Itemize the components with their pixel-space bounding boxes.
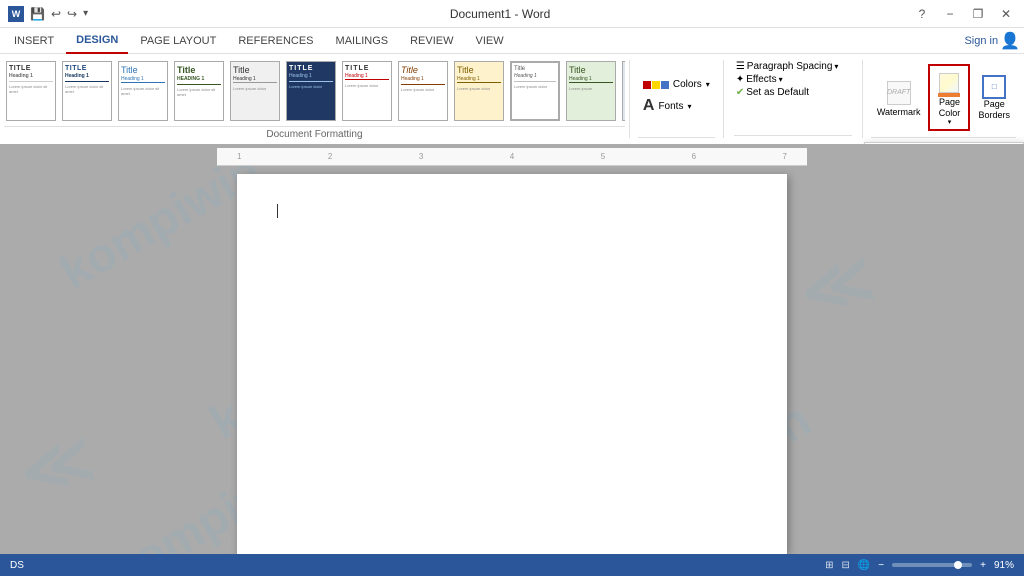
- theme-item-3[interactable]: Title Heading 1 Lorem ipsum dolor sit am…: [116, 58, 170, 124]
- set-as-default-button[interactable]: ✔ Set as Default: [734, 86, 852, 99]
- page-section: DRAFT Watermark PageColor ▾ □ PageBor: [867, 56, 1020, 142]
- view-layout-icon[interactable]: ⊟: [841, 560, 849, 571]
- watermark-icon: DRAFT: [885, 79, 913, 107]
- ruler: 1 2 3 4 5 6 7: [217, 148, 807, 166]
- status-text: DS: [10, 560, 24, 571]
- page-borders-label: PageBorders: [978, 99, 1010, 121]
- zoom-level[interactable]: 91%: [994, 560, 1014, 571]
- close-button[interactable]: ✕: [996, 4, 1016, 24]
- color-dropdown-panel: Theme Colors: [864, 142, 1024, 144]
- theme-item-8[interactable]: Title Heading 1 Lorem ipsum dolor: [396, 58, 450, 124]
- themes-section: TITLE Heading 1 Lorem ipsum dolor sit am…: [4, 56, 625, 142]
- paragraph-spacing-section: ☰ Paragraph Spacing ▾ ✦ Effects ▾ ✔ Set …: [728, 56, 858, 142]
- theme-item-2[interactable]: TITLE Heading 1 Lorem ipsum dolor sit am…: [60, 58, 114, 124]
- quick-access-menu[interactable]: ▾: [83, 8, 88, 19]
- text-cursor: [277, 204, 278, 218]
- themes-section-label: Document Formatting: [4, 126, 625, 142]
- divider-2: [723, 60, 724, 138]
- tab-review[interactable]: REVIEW: [400, 28, 463, 54]
- effects-button[interactable]: ✦ Effects ▾: [734, 73, 852, 86]
- word-icon: W: [8, 6, 24, 22]
- theme-item-12[interactable]: Title Heading 1 Lorem ipsum: [620, 58, 625, 124]
- ribbon-content: TITLE Heading 1 Lorem ipsum dolor sit am…: [0, 54, 1024, 144]
- tab-references[interactable]: REFERENCES: [228, 28, 323, 54]
- spacing-section-label: [734, 135, 852, 138]
- fonts-label: Fonts: [658, 101, 683, 112]
- title-bar: W 💾 ↩ ↪ ▾ Document1 - Word ? − ❐ ✕: [0, 0, 1024, 28]
- colors-button[interactable]: Colors ▾: [638, 76, 715, 93]
- window-controls: ? − ❐ ✕: [912, 4, 1016, 24]
- sign-in-link[interactable]: Sign in: [964, 35, 998, 47]
- title-bar-left: W 💾 ↩ ↪ ▾: [8, 6, 88, 22]
- window-title: Document1 - Word: [450, 7, 550, 21]
- minimize-button[interactable]: −: [940, 4, 960, 24]
- view-normal-icon[interactable]: ⊞: [825, 560, 833, 571]
- colors-fonts-section: Colors ▾ A Fonts ▾: [634, 56, 719, 142]
- theme-item-10[interactable]: Title Heading 1 Lorem ipsum dolor: [508, 58, 562, 124]
- user-icon: 👤: [1000, 31, 1020, 51]
- help-button[interactable]: ?: [912, 4, 932, 24]
- zoom-slider[interactable]: [892, 563, 972, 567]
- colors-label: Colors: [673, 79, 702, 90]
- fonts-icon: A: [643, 98, 655, 114]
- watermark-button[interactable]: DRAFT Watermark: [871, 75, 927, 121]
- restore-button[interactable]: ❐: [968, 4, 988, 24]
- page-color-button[interactable]: PageColor ▾: [928, 64, 970, 132]
- zoom-minus-button[interactable]: −: [878, 560, 884, 571]
- watermark-label: Watermark: [877, 107, 921, 117]
- page-buttons-row: DRAFT Watermark PageColor ▾ □ PageBor: [871, 58, 1016, 137]
- theme-item-7[interactable]: TITLE Heading 1 Lorem ipsum dolor: [340, 58, 394, 124]
- document-page[interactable]: [237, 174, 787, 554]
- tab-insert[interactable]: INSERT: [4, 28, 64, 54]
- theme-item-9[interactable]: Title Heading 1 Lorem ipsum dolor: [452, 58, 506, 124]
- paragraph-spacing-button[interactable]: ☰ Paragraph Spacing ▾: [734, 60, 852, 73]
- status-bar: DS ⊞ ⊟ 🌐 − + 91%: [0, 554, 1024, 576]
- page-color-label: PageColor: [939, 97, 961, 119]
- ribbon: INSERT DESIGN PAGE LAYOUT REFERENCES MAI…: [0, 28, 1024, 144]
- theme-item-5[interactable]: Title Heading 1 Lorem ipsum dolor: [228, 58, 282, 124]
- document-area: kompiwin kompiwin kompiwin kompiwin komp…: [0, 144, 1024, 554]
- quick-access-redo[interactable]: ↪: [67, 7, 77, 21]
- tab-design[interactable]: DESIGN: [66, 28, 128, 54]
- theme-item-1[interactable]: TITLE Heading 1 Lorem ipsum dolor sit am…: [4, 58, 58, 124]
- tab-page-layout[interactable]: PAGE LAYOUT: [130, 28, 226, 54]
- divider-1: [629, 60, 630, 138]
- colors-icon: [643, 81, 669, 89]
- theme-item-4[interactable]: Title HEADING 1 Lorem ipsum dolor sit am…: [172, 58, 226, 124]
- themes-row: TITLE Heading 1 Lorem ipsum dolor sit am…: [4, 56, 625, 126]
- status-right: ⊞ ⊟ 🌐 − + 91%: [825, 560, 1014, 571]
- colors-fonts-label: [638, 137, 715, 140]
- quick-access-undo[interactable]: ↩: [51, 7, 61, 21]
- theme-item-11[interactable]: Title Heading 1 Lorem ipsum: [564, 58, 618, 124]
- tab-mailings[interactable]: MAILINGS: [326, 28, 399, 54]
- fonts-button[interactable]: A Fonts ▾: [638, 95, 715, 117]
- ribbon-tabs: INSERT DESIGN PAGE LAYOUT REFERENCES MAI…: [0, 28, 1024, 54]
- zoom-thumb: [954, 561, 962, 569]
- quick-access-save[interactable]: 💾: [30, 7, 45, 21]
- page-borders-button[interactable]: □ PageBorders: [972, 71, 1016, 125]
- page-color-icon: [935, 69, 963, 97]
- page-section-label: [871, 137, 1016, 140]
- page-borders-icon: □: [982, 75, 1006, 99]
- zoom-plus-button[interactable]: +: [980, 560, 986, 571]
- theme-item-6[interactable]: TITLE Heading 1 Lorem ipsum dolor: [284, 58, 338, 124]
- view-web-icon[interactable]: 🌐: [858, 560, 870, 571]
- divider-3: [862, 60, 863, 138]
- tab-view[interactable]: VIEW: [466, 28, 514, 54]
